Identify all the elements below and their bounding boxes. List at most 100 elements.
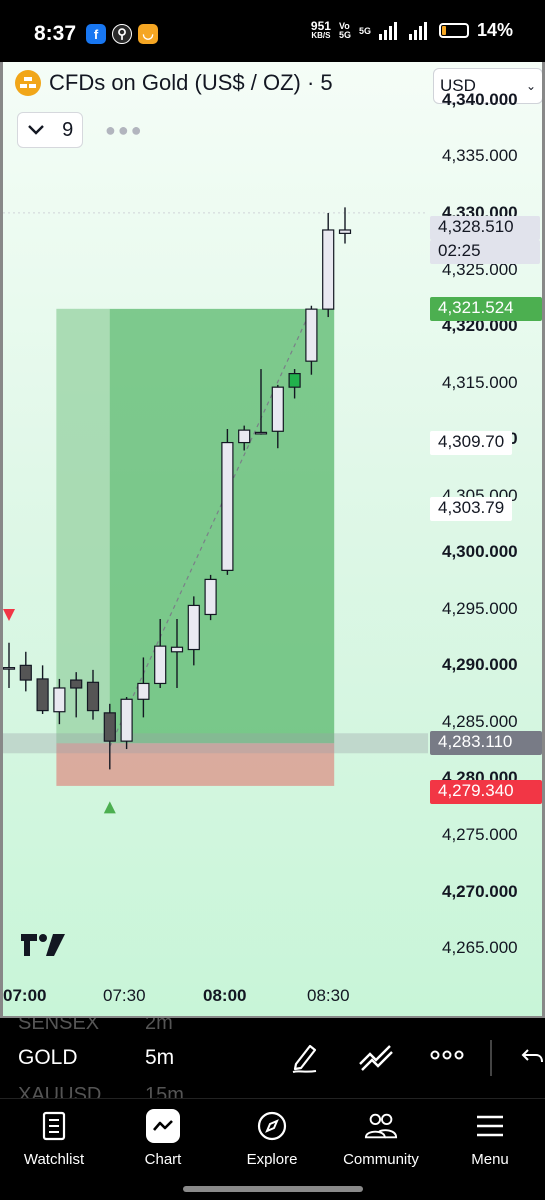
buy-signal-marker (103, 801, 116, 814)
candle-body (187, 604, 200, 651)
trend-lines-icon[interactable] (358, 1040, 394, 1074)
candle-body (154, 645, 167, 685)
entry-line-band (3, 733, 428, 754)
entry-price-tag[interactable]: 4,283.110 (430, 731, 542, 756)
price-level-tag[interactable]: 4,303.79 (430, 497, 513, 522)
candle-body (70, 679, 83, 689)
pencil-icon[interactable] (290, 1040, 320, 1074)
price-tick-label: 4,265.000 (442, 938, 518, 958)
next-symbol[interactable]: XAUUSD (18, 1084, 101, 1098)
time-tick-label: 07:30 (103, 986, 146, 1005)
time-axis[interactable]: 07:00 07:30 08:00 08:30 (3, 986, 428, 1012)
price-level-tag[interactable]: 4,309.70 (430, 430, 513, 455)
more-icon[interactable] (430, 1048, 464, 1062)
candle-body (36, 678, 49, 712)
community-icon (364, 1109, 398, 1143)
undo-icon[interactable] (520, 1046, 544, 1068)
notification-icons: f ⚲ ◡ (86, 24, 158, 44)
candle-body (3, 667, 16, 670)
candle-body (137, 682, 150, 700)
signal-icon-2 (408, 21, 427, 40)
tab-label: Watchlist (23, 1151, 85, 1168)
time-tick-label: 08:00 (203, 986, 247, 1005)
gold-logo-icon (15, 70, 41, 96)
indicators-toggle[interactable]: 9 (17, 112, 83, 148)
tab-label: Explore (246, 1151, 298, 1168)
chart-panel[interactable]: CFDs on Gold (US$ / OZ) · 5 USD ⌄ 9 ●●● … (0, 62, 545, 1018)
watchlist-icon (37, 1109, 71, 1143)
indicator-count: 9 (62, 118, 74, 141)
more-dots-icon[interactable]: ●●● (105, 120, 144, 141)
symbol-title[interactable]: CFDs on Gold (US$ / OZ) · 5 (49, 70, 333, 96)
candle-body (254, 431, 268, 435)
tab-community[interactable]: Community (327, 1099, 435, 1179)
price-tick-label: 4,340.000 (442, 89, 518, 109)
chevron-down-icon (27, 125, 44, 135)
candle-body (204, 578, 217, 616)
candle-body (53, 687, 66, 713)
price-tick-label: 4,285.000 (442, 711, 518, 731)
tab-explore[interactable]: Explore (218, 1099, 326, 1179)
candle-body (170, 646, 184, 653)
tab-label: Menu (471, 1151, 509, 1168)
price-tick-label: 4,290.000 (442, 655, 518, 675)
tradingview-logo (21, 934, 65, 956)
compass-icon (255, 1109, 289, 1143)
app-root: 8:37 f ⚲ ◡ 951 KB/S Vo 5G 5G 14% CFDs on … (0, 0, 545, 1200)
status-time: 8:37 (34, 22, 77, 45)
network-speed: 951 KB/S (311, 20, 331, 41)
app-icon: ◡ (138, 24, 158, 44)
price-tick-label: 4,270.000 (442, 881, 518, 901)
price-tick-label: 4,300.000 (442, 542, 518, 562)
network-type: 5G (358, 25, 371, 36)
price-tick-label: 4,335.000 (442, 146, 518, 166)
volte-icon: Vo 5G (338, 20, 351, 40)
price-tick-label: 4,295.000 (442, 598, 518, 618)
stop-loss-tag[interactable]: 4,279.340 (430, 779, 542, 804)
bottom-navigation: Watchlist Chart Explore Community Menu (0, 1098, 545, 1200)
battery-icon (438, 23, 469, 38)
tab-menu[interactable]: Menu (436, 1099, 544, 1179)
candle-body (305, 308, 318, 362)
menu-icon (473, 1109, 507, 1143)
price-tick-label: 4,275.000 (442, 824, 518, 844)
prev-timeframe[interactable]: 2m (145, 1018, 173, 1035)
symbol-header[interactable]: CFDs on Gold (US$ / OZ) · 5 (15, 70, 333, 96)
candle-body (322, 229, 335, 310)
status-bar: 8:37 f ⚲ ◡ 951 KB/S Vo 5G 5G 14% (0, 0, 545, 62)
time-tick-label: 08:30 (307, 986, 350, 1005)
walk-icon: ⚲ (112, 24, 132, 44)
time-tick-label: 07:00 (3, 986, 47, 1005)
tab-watchlist[interactable]: Watchlist (0, 1099, 108, 1179)
current-symbol[interactable]: GOLD (18, 1046, 78, 1070)
bar-countdown: 02:25 (430, 239, 540, 264)
candle-body (221, 441, 234, 571)
current-timeframe[interactable]: 5m (145, 1046, 174, 1070)
candle-body (120, 698, 133, 742)
prev-symbol[interactable]: SENSEX (18, 1018, 99, 1035)
tab-label: Chart (144, 1151, 182, 1168)
current-price-tag[interactable]: 4,328.510 (430, 215, 540, 240)
profit-zone-highlight (56, 308, 110, 744)
take-profit-tag[interactable]: 4,321.524 (430, 296, 542, 321)
battery-level: 14% (476, 20, 513, 40)
candle-body (19, 664, 32, 681)
candle-body (288, 372, 301, 388)
candle-body (238, 429, 251, 444)
chart-icon (146, 1109, 180, 1143)
candle-body (271, 386, 284, 432)
facebook-icon: f (86, 24, 106, 44)
candle-body (103, 712, 116, 742)
tab-label: Community (343, 1151, 419, 1168)
candle-body (86, 681, 100, 712)
candle-body (338, 229, 352, 234)
price-axis[interactable]: 4,340.000 4,335.000 4,330.000 4,325.000 4,32… (428, 62, 542, 982)
speed-unit: KB/S (311, 30, 331, 40)
price-tick-label: 4,315.000 (442, 372, 518, 392)
next-timeframe[interactable]: 15m (145, 1084, 184, 1098)
bottom-toolbar: SENSEX 2m GOLD 5m XAUUSD 15m (0, 1018, 545, 1098)
signal-icon (378, 21, 397, 40)
home-indicator[interactable] (183, 1186, 363, 1192)
tab-chart[interactable]: Chart (109, 1099, 217, 1179)
toolbar-divider (490, 1040, 492, 1076)
